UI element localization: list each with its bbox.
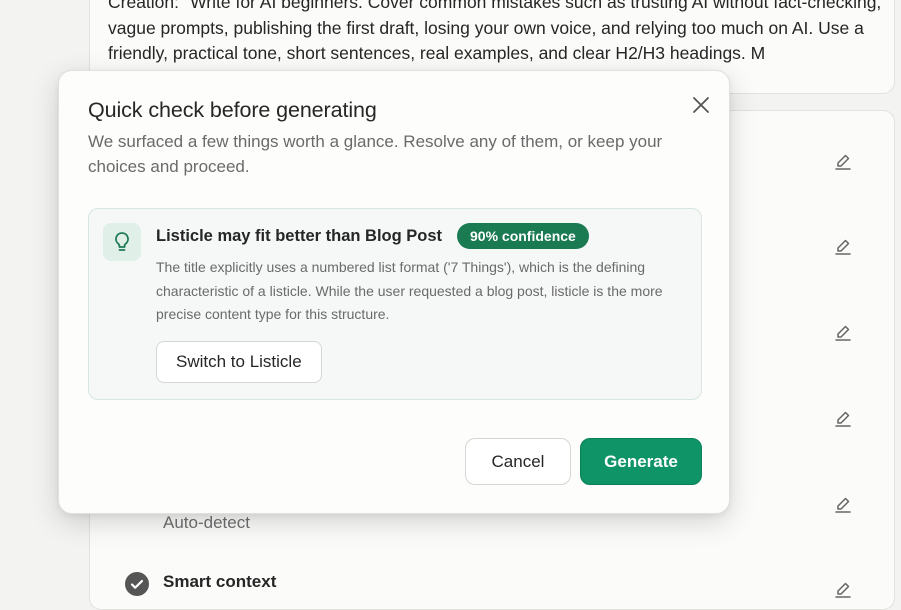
pencil-icon[interactable] [833, 152, 853, 172]
pencil-icon[interactable] [833, 237, 853, 257]
quick-check-dialog: Quick check before generating We surface… [58, 70, 730, 514]
close-button[interactable] [689, 93, 713, 117]
dialog-title: Quick check before generating [88, 98, 377, 122]
switch-to-listicle-button[interactable]: Switch to Listicle [156, 341, 322, 383]
pencil-icon[interactable] [833, 495, 853, 515]
dialog-description: We surfaced a few things worth a glance.… [88, 132, 663, 176]
suggestion-explanation: The title explicitly uses a numbered lis… [156, 259, 663, 322]
prompt-text: Creation: "Write for AI beginners. Cover… [108, 0, 882, 63]
lightbulb-icon [103, 223, 141, 261]
check-circle-icon [125, 572, 149, 596]
pencil-icon[interactable] [833, 323, 853, 343]
pencil-icon[interactable] [833, 409, 853, 429]
smart-context-label: Smart context [163, 572, 277, 591]
generate-button[interactable]: Generate [580, 438, 702, 485]
suggestion-title: Listicle may fit better than Blog Post [156, 227, 443, 245]
cancel-button[interactable]: Cancel [465, 438, 571, 485]
confidence-badge: 90% confidence [457, 223, 589, 249]
pencil-icon[interactable] [833, 580, 853, 600]
auto-detect-label: Auto-detect [163, 513, 250, 532]
close-icon[interactable] [689, 93, 713, 117]
suggestion-card: Listicle may fit better than Blog Post 9… [88, 208, 702, 400]
